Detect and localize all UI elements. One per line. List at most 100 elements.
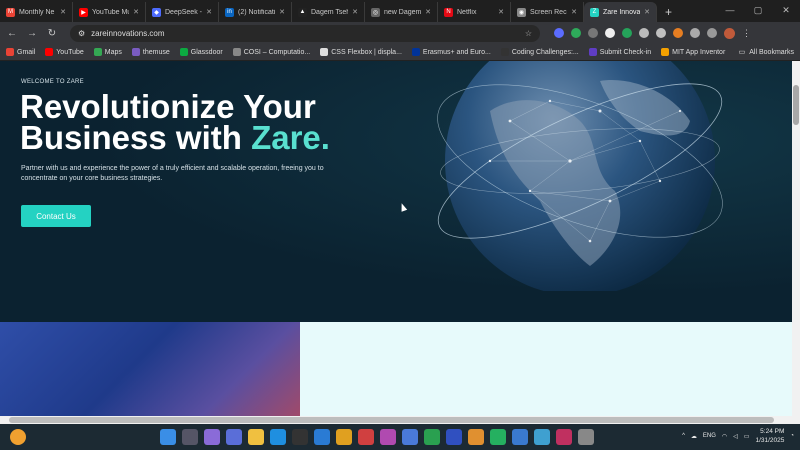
clock[interactable]: 5:24 PM 1/31/2025 <box>755 427 784 445</box>
wifi-icon[interactable]: ◠ <box>722 433 727 440</box>
extensions-area: ⋮ <box>554 27 751 39</box>
bookmark-item[interactable]: MIT App Inventor <box>661 48 725 56</box>
close-tab-icon[interactable]: ✕ <box>571 8 577 16</box>
extension-icon[interactable] <box>622 28 632 38</box>
chrome-icon[interactable] <box>336 429 352 445</box>
favicon-icon: ▶ <box>79 7 88 17</box>
horizontal-scrollbar[interactable] <box>0 416 800 424</box>
bookmark-item[interactable]: Erasmus+ and Euro... <box>411 48 491 56</box>
site-info-icon[interactable]: ⚙ <box>78 29 85 38</box>
browser-tab[interactable]: ▲ Dagem Tsehı ✕ <box>292 2 365 22</box>
app-icon[interactable] <box>204 429 220 445</box>
extension-icon[interactable] <box>554 28 564 38</box>
bookmark-item[interactable]: COSI – Computatio... <box>232 48 310 56</box>
notification-bell-icon[interactable]: ◔ <box>790 433 794 439</box>
bookmark-item[interactable]: Gmail <box>6 48 35 56</box>
close-tab-icon[interactable]: ✕ <box>425 8 431 16</box>
volume-icon[interactable]: ◁ <box>733 433 738 440</box>
close-tab-icon[interactable]: ✕ <box>498 8 504 16</box>
extension-icon[interactable] <box>639 28 649 38</box>
close-tab-icon[interactable]: ✕ <box>644 8 650 16</box>
omnibox[interactable]: ⚙ zareinnovations.com ☆ <box>70 24 540 42</box>
reload-icon[interactable]: ↻ <box>46 28 58 39</box>
browser-tab[interactable]: ◆ DeepSeek - I ✕ <box>146 2 219 22</box>
tab-label: Netflix <box>457 8 477 16</box>
browser-tab[interactable]: in (2) Notificati ✕ <box>219 2 292 22</box>
browser-tab[interactable]: N Netflix ✕ <box>438 2 511 22</box>
profile-avatar[interactable] <box>724 27 735 39</box>
extension-icon[interactable] <box>656 28 666 38</box>
back-icon[interactable]: ← <box>6 28 18 39</box>
extension-icon[interactable] <box>571 28 581 38</box>
new-tab-button[interactable]: + <box>657 2 680 22</box>
battery-icon[interactable]: ▭ <box>744 433 750 440</box>
chevron-up-icon[interactable]: ^ <box>682 433 685 439</box>
teams-icon[interactable] <box>226 429 242 445</box>
cloud-icon[interactable]: ☁ <box>691 433 697 440</box>
bookmark-star-icon[interactable]: ☆ <box>525 29 532 38</box>
bookmark-item[interactable]: YouTube <box>45 48 84 56</box>
menu-dots-icon[interactable]: ⋮ <box>742 28 751 39</box>
app-icon[interactable] <box>578 429 594 445</box>
taskbar-apps <box>160 429 594 445</box>
forward-icon[interactable]: → <box>26 28 38 39</box>
vertical-scrollbar[interactable] <box>792 61 800 416</box>
bookmark-item[interactable]: Submit Check-in <box>588 48 651 56</box>
search-icon[interactable] <box>182 429 198 445</box>
browser-tab[interactable]: ◎ new Dagem ✕ <box>365 2 438 22</box>
browser-tab[interactable]: Z Zare Innova ✕ <box>584 2 657 22</box>
app-icon[interactable] <box>380 429 396 445</box>
whatsapp-icon[interactable] <box>490 429 506 445</box>
all-bookmarks-label: All Bookmarks <box>749 48 794 56</box>
language-indicator[interactable]: ENG <box>703 433 716 439</box>
start-icon[interactable] <box>160 429 176 445</box>
bookmark-item[interactable]: Maps <box>93 48 122 56</box>
bookmark-item[interactable]: CSS Flexbox | displa... <box>320 48 402 56</box>
maximize-icon[interactable]: ▢ <box>744 0 772 20</box>
all-bookmarks-button[interactable]: ▭ All Bookmarks <box>739 48 794 57</box>
bookmark-item[interactable]: Glassdoor <box>179 48 223 56</box>
tab-label: Screen Reco <box>530 8 568 16</box>
close-tab-icon[interactable]: ✕ <box>352 8 358 16</box>
download-icon[interactable] <box>707 28 717 38</box>
system-tray: ^ ☁ ENG ◠ ◁ ▭ 5:24 PM 1/31/2025 ◔ <box>682 427 794 445</box>
close-tab-icon[interactable]: ✕ <box>279 8 285 16</box>
puzzle-icon[interactable] <box>690 28 700 38</box>
app-icon[interactable] <box>358 429 374 445</box>
app-icon[interactable] <box>534 429 550 445</box>
browser-tab[interactable]: ▶ YouTube Mu ✕ <box>73 2 146 22</box>
close-tab-icon[interactable]: ✕ <box>206 8 212 16</box>
chrome-icon[interactable] <box>468 429 484 445</box>
scrollbar-thumb[interactable] <box>9 417 774 423</box>
favicon-icon: ◉ <box>517 7 526 17</box>
weather-icon[interactable] <box>10 429 26 445</box>
app-icon[interactable] <box>292 429 308 445</box>
extension-icon[interactable] <box>605 28 615 38</box>
edge-icon[interactable] <box>270 429 286 445</box>
app-icon[interactable] <box>424 429 440 445</box>
close-tab-icon[interactable]: ✕ <box>60 8 66 16</box>
bookmark-item[interactable]: themuse <box>131 48 170 56</box>
app-icon[interactable] <box>446 429 462 445</box>
minimize-icon[interactable]: — <box>716 0 744 20</box>
extension-icon[interactable] <box>588 28 598 38</box>
bookmark-label: Gmail <box>17 48 36 56</box>
close-tab-icon[interactable]: ✕ <box>133 8 139 16</box>
contact-us-button[interactable]: Contact Us <box>21 205 91 227</box>
scrollbar-thumb[interactable] <box>793 85 799 125</box>
app-icon[interactable] <box>512 429 528 445</box>
browser-tab[interactable]: ◉ Screen Reco ✕ <box>511 2 584 22</box>
bookmark-item[interactable]: Coding Challenges:... <box>500 48 579 56</box>
extension-icon[interactable] <box>673 28 683 38</box>
close-window-icon[interactable]: ✕ <box>772 0 800 20</box>
hero-headline: Revolutionize Your Business with Zare. <box>20 90 350 154</box>
vscode-icon[interactable] <box>314 429 330 445</box>
hero-section: WELCOME TO ZARE Revolutionize Your Busin… <box>0 61 792 322</box>
app-icon[interactable] <box>556 429 572 445</box>
web-page: WELCOME TO ZARE Revolutionize Your Busin… <box>0 61 792 416</box>
app-icon[interactable] <box>402 429 418 445</box>
file-explorer-icon[interactable] <box>248 429 264 445</box>
bookmark-favicon-icon <box>93 48 102 56</box>
browser-tab[interactable]: M Monthly Ne ✕ <box>0 2 73 22</box>
bookmark-label: MIT App Inventor <box>672 48 726 56</box>
